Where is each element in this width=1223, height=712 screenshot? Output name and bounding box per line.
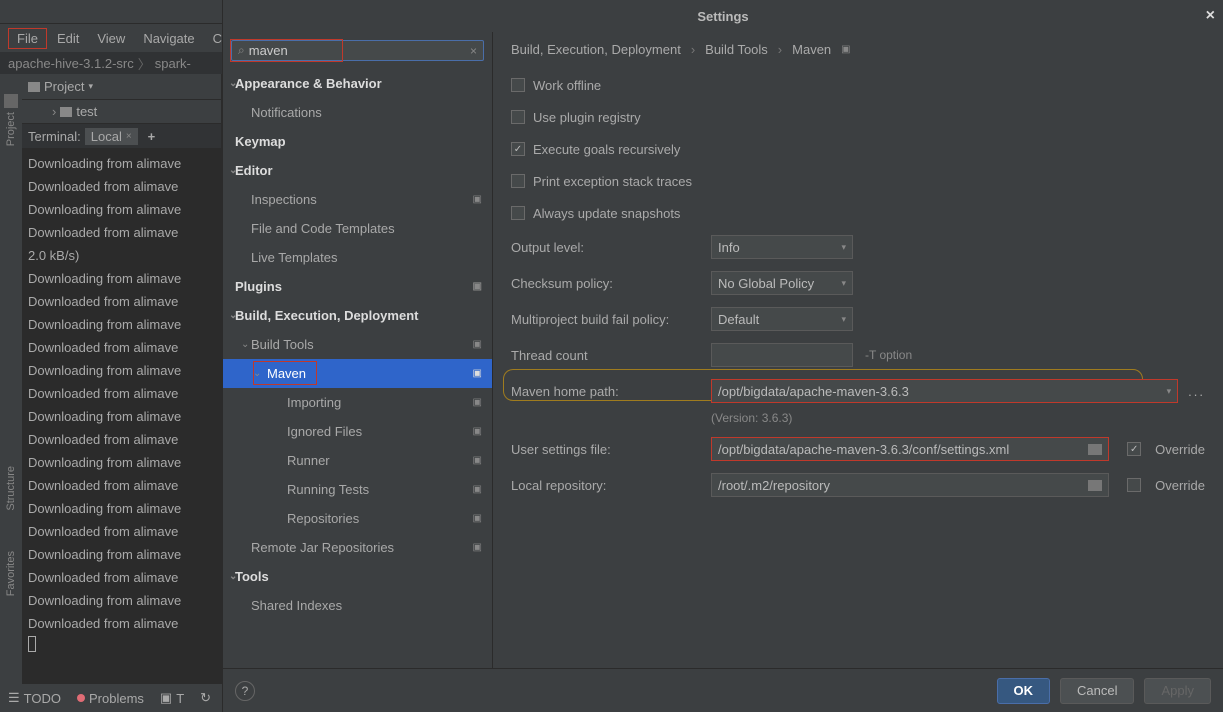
plugin-registry-checkbox[interactable] xyxy=(511,110,525,124)
menu-edit[interactable]: Edit xyxy=(49,29,87,48)
gear-icon: ▣ xyxy=(473,455,482,466)
terminal-cursor xyxy=(28,636,36,652)
nav-repos[interactable]: Repositories▣ xyxy=(223,504,492,533)
local-repo-input[interactable]: /root/.m2/repository xyxy=(711,473,1109,497)
maven-version-label: (Version: 3.6.3) xyxy=(711,411,1205,425)
project-panel-header[interactable]: Project ▾ xyxy=(22,74,221,100)
terminal-tabs: Terminal: Local× + xyxy=(22,123,221,149)
project-tool-icon[interactable] xyxy=(4,94,18,108)
always-snapshots-checkbox[interactable] xyxy=(511,206,525,220)
close-tab-icon[interactable]: × xyxy=(126,131,132,142)
terminal-label: Terminal: xyxy=(28,129,81,144)
override-user-checkbox[interactable]: ✓ xyxy=(1127,442,1141,456)
nav-remote-repos[interactable]: Remote Jar Repositories▣ xyxy=(223,533,492,562)
breadcrumb-root[interactable]: apache-hive-3.1.2-src xyxy=(8,56,134,71)
exec-goals-checkbox[interactable]: ✓ xyxy=(511,142,525,156)
project-icon xyxy=(28,82,40,92)
terminal-output[interactable]: Downloading from alimave Downloaded from… xyxy=(22,149,221,684)
dialog-titlebar: Settings × xyxy=(223,0,1223,32)
apply-button[interactable]: Apply xyxy=(1144,678,1211,704)
nav-notifications[interactable]: Notifications xyxy=(223,98,492,127)
nav-maven[interactable]: ⌄Maven▣ xyxy=(223,359,492,388)
error-icon xyxy=(77,694,85,702)
breadcrumb-sub[interactable]: spark- xyxy=(155,56,191,71)
work-offline-checkbox[interactable] xyxy=(511,78,525,92)
cancel-button[interactable]: Cancel xyxy=(1060,678,1134,704)
close-dialog-button[interactable]: × xyxy=(1206,7,1215,25)
search-input[interactable] xyxy=(249,43,470,58)
user-settings-input[interactable]: /opt/bigdata/apache-maven-3.6.3/conf/set… xyxy=(711,437,1109,461)
nav-ignored[interactable]: Ignored Files▣ xyxy=(223,417,492,446)
nav-build-tools[interactable]: ⌄Build Tools▣ xyxy=(223,330,492,359)
checksum-select[interactable]: No Global Policy▾ xyxy=(711,271,853,295)
gear-icon: ▣ xyxy=(473,484,482,495)
structure-tool-label[interactable]: Structure xyxy=(5,466,17,511)
nav-plugins[interactable]: Plugins▣ xyxy=(223,272,492,301)
chevron-down-icon: ▾ xyxy=(88,81,93,92)
gear-icon: ▣ xyxy=(473,368,482,379)
dialog-footer: ? OK Cancel Apply xyxy=(223,668,1223,712)
menu-navigate[interactable]: Navigate xyxy=(135,29,202,48)
nav-runner[interactable]: Runner▣ xyxy=(223,446,492,475)
override-local-checkbox[interactable] xyxy=(1127,478,1141,492)
tree-folder-test[interactable]: test xyxy=(52,104,221,119)
clear-search-icon[interactable]: × xyxy=(470,44,477,58)
gear-icon: ▣ xyxy=(473,397,482,408)
dialog-help-button[interactable]: ? xyxy=(235,681,255,701)
settings-breadcrumb: Build, Execution, Deployment› Build Tool… xyxy=(511,42,1205,57)
nav-bed[interactable]: ⌄Build, Execution, Deployment xyxy=(223,301,492,330)
nav-running-tests[interactable]: Running Tests▣ xyxy=(223,475,492,504)
project-tree: test xyxy=(22,100,221,123)
folder-icon xyxy=(60,107,72,117)
settings-content: Build, Execution, Deployment› Build Tool… xyxy=(493,32,1223,668)
status-terminal[interactable]: ▣ T xyxy=(160,690,184,706)
nav-appearance[interactable]: ⌄Appearance & Behavior xyxy=(223,69,492,98)
gear-icon: ▣ xyxy=(473,281,482,292)
status-todo[interactable]: ☰ TODO xyxy=(8,690,61,706)
nav-inspections[interactable]: Inspections▣ xyxy=(223,185,492,214)
favorites-tool-label[interactable]: Favorites xyxy=(5,551,17,596)
work-offline-label: Work offline xyxy=(533,78,601,93)
nav-file-templates[interactable]: File and Code Templates xyxy=(223,214,492,243)
project-panel-title: Project xyxy=(44,79,84,94)
status-problems[interactable]: Problems xyxy=(77,691,144,706)
menu-file[interactable]: File xyxy=(8,28,47,49)
nav-live-templates[interactable]: Live Templates xyxy=(223,243,492,272)
maven-home-select[interactable]: /opt/bigdata/apache-maven-3.6.3▾ xyxy=(711,379,1178,403)
ok-button[interactable]: OK xyxy=(997,678,1051,704)
search-icon: ⌕ xyxy=(238,43,245,58)
terminal-tab-local[interactable]: Local× xyxy=(85,128,138,145)
settings-search: ⌕ × xyxy=(231,40,484,61)
gear-icon: ▣ xyxy=(841,44,850,55)
gear-icon: ▣ xyxy=(473,542,482,553)
gear-icon: ▣ xyxy=(473,339,482,350)
print-exc-checkbox[interactable] xyxy=(511,174,525,188)
settings-nav: ⌕ × ⌄Appearance & Behavior Notifications… xyxy=(223,32,493,668)
gear-icon: ▣ xyxy=(473,194,482,205)
gear-icon: ▣ xyxy=(473,426,482,437)
browse-button[interactable]: ... xyxy=(1188,384,1205,399)
settings-dialog: Settings × ⌕ × ⌄Appearance & Behavior No… xyxy=(222,0,1223,712)
nav-keymap[interactable]: Keymap xyxy=(223,127,492,156)
output-level-select[interactable]: Info▾ xyxy=(711,235,853,259)
project-tool-label[interactable]: Project xyxy=(5,112,17,146)
nav-importing[interactable]: Importing▣ xyxy=(223,388,492,417)
dialog-title: Settings xyxy=(697,9,748,24)
fail-policy-select[interactable]: Default▾ xyxy=(711,307,853,331)
nav-editor[interactable]: ⌄Editor xyxy=(223,156,492,185)
folder-icon[interactable] xyxy=(1088,480,1102,491)
nav-tools[interactable]: ⌄Tools xyxy=(223,562,492,591)
sync-icon[interactable]: ↻ xyxy=(200,690,211,706)
gear-icon: ▣ xyxy=(473,513,482,524)
menu-view[interactable]: View xyxy=(89,29,133,48)
folder-icon[interactable] xyxy=(1088,444,1102,455)
thread-count-input[interactable] xyxy=(711,343,853,367)
left-gutter: Project Structure Favorites xyxy=(0,74,22,684)
add-terminal-button[interactable]: + xyxy=(148,129,156,144)
nav-shared-indexes[interactable]: Shared Indexes xyxy=(223,591,492,620)
